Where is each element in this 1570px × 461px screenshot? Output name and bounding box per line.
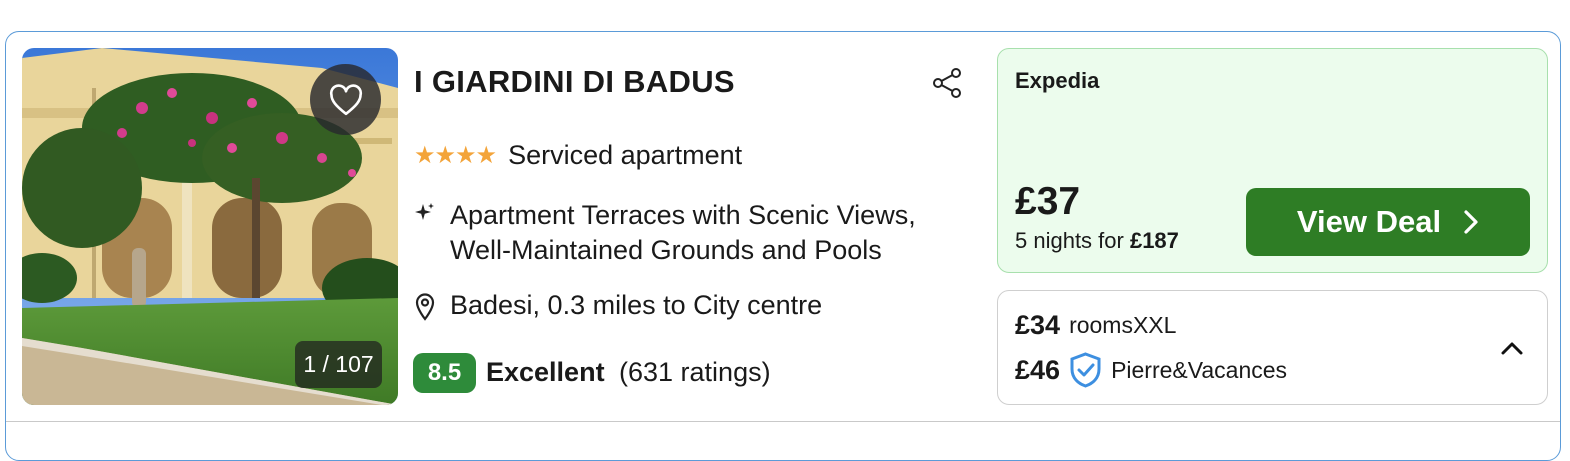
star-rating: ★★★★ bbox=[414, 142, 497, 169]
map-pin-icon bbox=[415, 293, 435, 321]
verified-shield-icon bbox=[1070, 352, 1101, 388]
property-type: Serviced apartment bbox=[508, 140, 743, 170]
star-rating-row: ★★★★ Serviced apartment bbox=[414, 140, 742, 171]
chevron-right-icon bbox=[1464, 210, 1478, 234]
alt-price-row[interactable]: £34 roomsXXL bbox=[1015, 310, 1176, 341]
view-deal-button[interactable]: View Deal bbox=[1246, 188, 1530, 256]
photo-counter: 1 / 107 bbox=[295, 341, 382, 388]
deal-total: 5 nights for £187 bbox=[1015, 228, 1179, 254]
sparkle-icon bbox=[415, 203, 434, 220]
alt-price-row[interactable]: £46 Pierre&Vacances bbox=[1015, 352, 1287, 388]
favorite-button[interactable] bbox=[310, 64, 381, 135]
alt-provider: Pierre&Vacances bbox=[1111, 356, 1288, 383]
feature-highlight: Apartment Terraces with Scenic Views, We… bbox=[450, 200, 916, 265]
view-deal-label: View Deal bbox=[1296, 204, 1442, 239]
deal-price: £37 bbox=[1015, 180, 1081, 223]
divider bbox=[6, 421, 1560, 422]
score-badge: 8.5 bbox=[413, 353, 476, 393]
alt-provider: roomsXXL bbox=[1069, 312, 1177, 338]
score-label: Excellent bbox=[486, 357, 605, 387]
total-price: £187 bbox=[1129, 228, 1179, 253]
location-text[interactable]: Badesi, 0.3 miles to City centre bbox=[450, 290, 822, 321]
chevron-up-icon[interactable] bbox=[1497, 334, 1527, 364]
hotel-title[interactable]: I GIARDINI DI BADUS bbox=[414, 64, 735, 100]
nights-text: 5 nights for bbox=[1015, 228, 1130, 253]
share-icon[interactable] bbox=[930, 66, 964, 100]
ratings-count[interactable]: (631 ratings) bbox=[619, 357, 771, 388]
alt-price: £46 bbox=[1015, 354, 1061, 385]
alt-price: £34 bbox=[1015, 310, 1061, 340]
deal-provider: Expedia bbox=[1015, 68, 1100, 93]
heart-icon bbox=[329, 83, 362, 115]
